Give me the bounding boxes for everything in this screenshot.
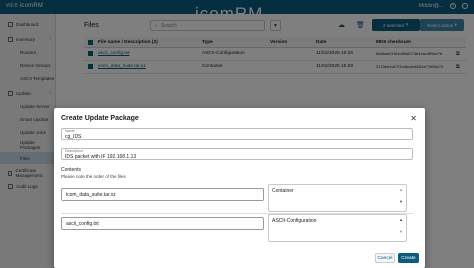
create-button[interactable]: Create (398, 253, 419, 263)
content-type-value: Container (272, 188, 294, 194)
content-file-name: icom_data_suite.tar.xz (66, 191, 116, 198)
content-file-input[interactable]: icom_data_suite.tar.xz (61, 188, 264, 201)
name-field-label: Name (65, 129, 75, 133)
content-type-select[interactable]: ASCII-Configuration ▲ ▼ (268, 214, 407, 242)
close-icon[interactable]: ✕ (410, 114, 417, 123)
contents-label: Contents (61, 167, 82, 173)
name-field[interactable]: Name cg_IDS (61, 128, 413, 140)
content-type-select[interactable]: Container ▲ ▼ (268, 184, 407, 212)
cancel-button[interactable]: Cancel (375, 253, 395, 263)
order-hint: Please note the order of the files (61, 174, 126, 179)
order-arrows: ▲ ▼ (399, 217, 403, 235)
description-field-value: IDS packet with IF 192.168.1.13 (65, 154, 137, 160)
move-up-icon[interactable]: ▲ (399, 187, 403, 192)
description-field[interactable]: Description IDS packet with IF 192.168.1… (61, 148, 413, 160)
move-down-icon[interactable]: ▼ (399, 229, 403, 234)
move-down-icon[interactable]: ▼ (399, 199, 403, 204)
dialog-title: Create Update Package (61, 115, 139, 122)
content-file-name: ascii_config.txt (66, 220, 99, 227)
move-up-icon[interactable]: ▲ (399, 217, 403, 222)
content-file-input[interactable]: ascii_config.txt (61, 217, 264, 230)
create-update-package-dialog: Create Update Package ✕ Name cg_IDS Desc… (54, 108, 425, 268)
description-field-label: Description (65, 149, 83, 153)
name-field-value: cg_IDS (65, 134, 82, 140)
content-type-value: ASCII-Configuration (272, 218, 317, 224)
order-arrows: ▲ ▼ (399, 187, 403, 205)
